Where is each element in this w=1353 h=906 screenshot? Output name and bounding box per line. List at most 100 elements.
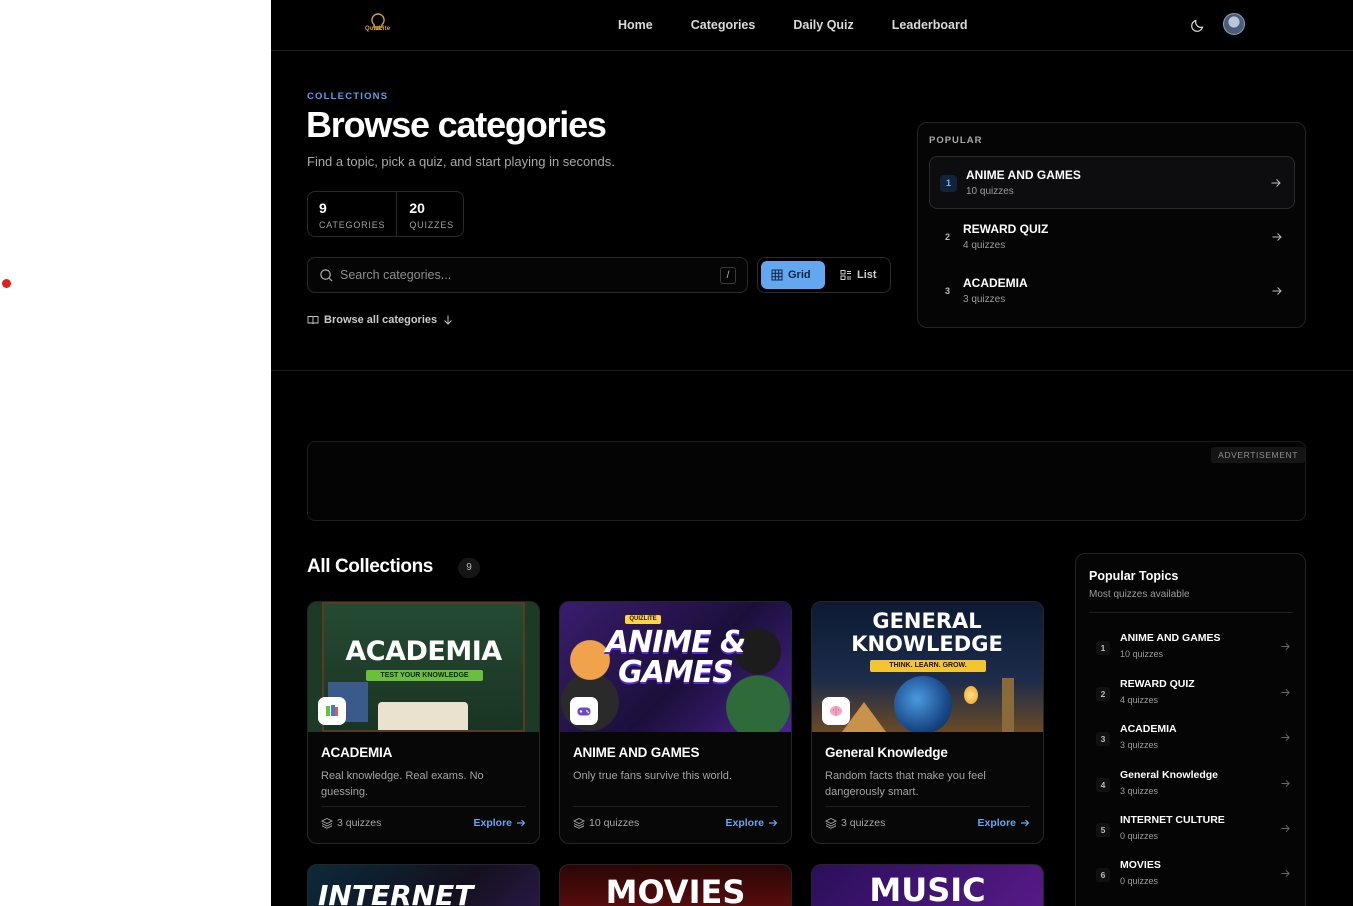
rank-badge: 4 [1096,778,1110,792]
arrow-right-icon [1271,179,1281,187]
browse-all-link[interactable]: Browse all categories [307,314,454,326]
topic-count: 3 quizzes [1120,786,1159,796]
moon-icon[interactable] [1190,17,1206,33]
page-title: Browse categories [306,104,607,145]
logo-text: QuizLite [365,26,391,32]
browse-all-label: Browse all categories [324,314,438,326]
category-card-anime-games[interactable]: QUIZLITE ANIME & GAMES ANIME AND GAMES O… [559,601,792,844]
category-card-music[interactable]: MUSIC [811,864,1044,906]
topics-divider [1089,612,1293,613]
topic-item[interactable]: 4 General Knowledge 3 quizzes [1089,764,1293,804]
search-icon [320,269,333,282]
arrow-right-icon [1281,824,1290,833]
eyebrow-label: COLLECTIONS [307,91,389,102]
layers-icon [321,817,333,829]
explore-label: Explore [977,817,1016,829]
explore-link[interactable]: Explore [977,817,1030,829]
collections-count-badge: 9 [458,558,480,578]
popular-item-count: 10 quizzes [966,186,1014,197]
topic-item[interactable]: 3 ACADEMIA 3 quizzes [1089,718,1293,758]
brain-icon [822,697,850,725]
nav-daily-quiz[interactable]: Daily Quiz [793,18,853,32]
arrow-right-icon [1281,733,1290,742]
rank-badge: 1 [1096,641,1110,655]
topic-name: ACADEMIA [1120,723,1177,735]
rank-badge: 3 [1096,732,1110,746]
popular-item[interactable]: 3 ACADEMIA 3 quizzes [929,265,1295,318]
category-card-academia[interactable]: ACADEMIA TEST YOUR KNOWLEDGE ACADEMIA Re… [307,601,540,844]
popular-item-name: ANIME AND GAMES [966,168,1081,182]
card-quiz-count: 10 quizzes [573,817,639,829]
list-label: List [857,269,877,281]
grid-icon [771,269,783,281]
popular-topics-panel: Popular Topics Most quizzes available 1 … [1075,553,1306,906]
grid-label: Grid [788,269,811,281]
stat-label: CATEGORIES [319,220,386,230]
thumb-title: MUSIC [869,871,986,906]
ad-label: ADVERTISEMENT [1211,447,1305,463]
category-card-general-knowledge[interactable]: GENERAL KNOWLEDGE THINK. LEARN. GROW. Ge… [811,601,1044,844]
avatar[interactable] [1223,13,1245,35]
gamepad-icon [570,697,598,725]
topic-name: REWARD QUIZ [1120,678,1195,690]
popular-item-count: 3 quizzes [963,294,1006,305]
nav-leaderboard[interactable]: Leaderboard [892,18,968,32]
thumb-title: ACADEMIA [345,636,502,667]
category-card-movies[interactable]: MOVIES [559,864,792,906]
thumb-tag: QUIZLITE [625,615,661,624]
stat-value: 20 [409,200,425,216]
advertisement-slot: ADVERTISEMENT [307,441,1306,521]
topic-count: 10 quizzes [1120,649,1164,659]
thumb-title: ANIME & GAMES [605,625,746,690]
popular-item[interactable]: 2 REWARD QUIZ 4 quizzes [929,211,1295,264]
thumb-title: MOVIES [605,873,746,906]
card-divider [321,806,526,807]
book-icon [307,316,319,325]
quiz-count-text: 3 quizzes [841,817,886,829]
app-window: QuizLite Home Categories Daily Quiz Lead… [271,0,1353,906]
rank-badge: 6 [1096,868,1110,882]
page-subtitle: Find a topic, pick a quiz, and start pla… [307,154,615,169]
list-view-button[interactable]: List [830,261,887,289]
quiz-count-text: 3 quizzes [337,817,382,829]
explore-link[interactable]: Explore [473,817,526,829]
topics-title: Popular Topics [1089,569,1179,583]
topic-item[interactable]: 5 INTERNET CULTURE 0 quizzes [1089,809,1293,849]
quiz-count-text: 10 quizzes [589,817,640,829]
explore-label: Explore [725,817,764,829]
card-description: Real knowledge. Real exams. No guessing. [321,770,484,798]
topic-count: 3 quizzes [1120,740,1159,750]
layers-icon [573,817,585,829]
topic-item[interactable]: 2 REWARD QUIZ 4 quizzes [1089,673,1293,713]
category-card-internet[interactable]: INTERNET [307,864,540,906]
topic-count: 4 quizzes [1120,695,1159,705]
thumb-title: GENERAL KNOWLEDGE [851,609,1003,656]
lightbulb-logo-icon[interactable] [364,12,392,36]
nav-home[interactable]: Home [618,18,653,32]
search-input[interactable] [340,266,710,284]
topic-item[interactable]: 6 MOVIES 0 quizzes [1089,854,1293,894]
arrow-down-icon [444,315,452,325]
explore-link[interactable]: Explore [725,817,778,829]
popular-item[interactable]: 1 ANIME AND GAMES 10 quizzes [929,156,1295,209]
card-description: Only true fans survive this world. [573,770,732,782]
card-title: ACADEMIA [321,745,393,760]
card-title: General Knowledge [825,745,948,760]
stat-quizzes: 20 QUIZZES [396,192,465,236]
card-quiz-count: 3 quizzes [321,817,381,829]
thumb-tag: THINK. LEARN. GROW. [870,660,986,672]
grid-view-button[interactable]: Grid [761,261,825,289]
rank-badge: 2 [1096,687,1110,701]
stats-box: 9 CATEGORIES 20 QUIZZES [307,191,464,237]
books-icon [318,697,346,725]
nav-categories[interactable]: Categories [691,18,756,32]
arrow-right-icon [1281,779,1290,788]
popular-item-count: 4 quizzes [963,240,1006,251]
shortcut-key: / [720,267,736,284]
card-divider [825,806,1030,807]
topic-name: MOVIES [1120,859,1161,871]
rank-badge: 3 [944,286,950,296]
topic-item[interactable]: 1 ANIME AND GAMES 10 quizzes [1089,627,1293,667]
thumb-title: INTERNET [318,879,474,906]
cursor-dot [2,279,11,288]
